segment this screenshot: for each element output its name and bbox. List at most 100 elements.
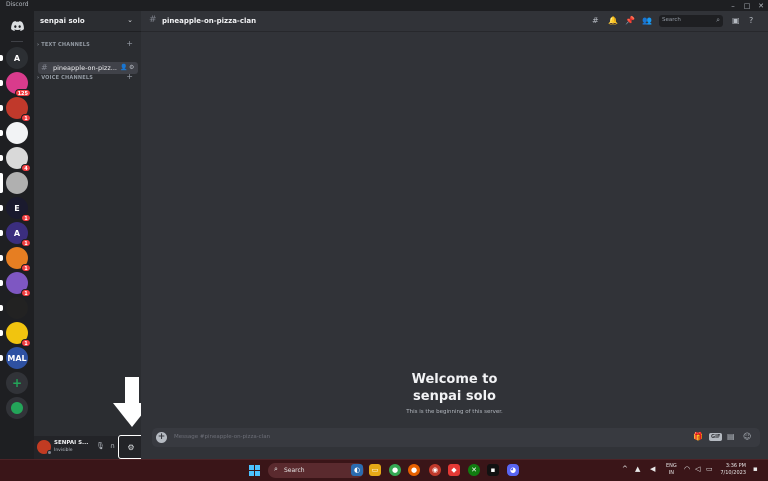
chevron-down-icon: ⌄: [127, 16, 133, 24]
app-icon[interactable]: ▪: [487, 464, 499, 476]
taskbar-search[interactable]: ⌕ Search: [268, 463, 364, 478]
notification-icon[interactable]: ▪: [753, 465, 758, 473]
server-icon[interactable]: 125: [6, 72, 31, 97]
mention-badge: 1: [21, 264, 31, 272]
server-icon-label: MAL: [7, 353, 27, 363]
bell-icon[interactable]: 🔔: [608, 16, 618, 25]
welcome-subtitle: This is the beginning of this server.: [406, 409, 503, 415]
username[interactable]: SENPAI S...: [54, 440, 88, 446]
server-icon-label: A: [13, 53, 21, 63]
server-icon[interactable]: 1: [6, 247, 31, 272]
clock-time: 3:36 PM: [725, 463, 746, 469]
voice-channels-label: VOICE CHANNELS: [41, 75, 94, 81]
firefox-icon[interactable]: ●: [408, 464, 420, 476]
volume-icon[interactable]: ◁: [695, 465, 700, 473]
selected-server-pill: [0, 173, 3, 193]
language-indicator[interactable]: ENG IN: [666, 463, 677, 477]
attach-plus-icon[interactable]: +: [156, 432, 167, 443]
mention-badge: 1: [21, 239, 31, 247]
app-title: Discord: [6, 1, 29, 8]
server-header[interactable]: senpai solo ⌄: [34, 11, 141, 32]
pin-icon[interactable]: 📌: [625, 16, 635, 25]
gift-icon[interactable]: 🎁: [693, 432, 703, 441]
chevron-up-icon[interactable]: ^: [622, 465, 628, 473]
server-name: senpai solo: [40, 17, 85, 25]
create-voice-channel-button[interactable]: +: [126, 72, 133, 81]
server-icon-label: A: [13, 228, 21, 238]
inbox-icon[interactable]: ▣: [732, 16, 740, 25]
tray-app-icon[interactable]: ▲: [635, 465, 640, 473]
xbox-icon[interactable]: ✕: [468, 464, 480, 476]
home-button[interactable]: [6, 15, 28, 37]
user-panel: SENPAI S... Invisible 🎙 ∩ ⚙: [34, 435, 144, 459]
channel-sidebar: senpai solo ⌄ › TEXT CHANNELS + # pineap…: [34, 11, 141, 436]
emoji-icon[interactable]: ☺: [743, 432, 751, 441]
server-icon[interactable]: 1: [6, 272, 31, 297]
microphone-icon[interactable]: 🎙: [96, 442, 105, 450]
text-channels-category[interactable]: › TEXT CHANNELS: [37, 42, 90, 48]
file-explorer-icon[interactable]: ▭: [369, 464, 381, 476]
maximize-icon[interactable]: □: [740, 0, 754, 11]
discord-window: Discord – □ ✕ + A 125 1 4 E 1 A 1 1 1 1 MAL senpai …: [0, 0, 768, 481]
app-icon[interactable]: ◉: [429, 464, 441, 476]
hashtag-icon: #: [149, 15, 157, 25]
create-text-channel-button[interactable]: +: [126, 39, 133, 48]
help-icon[interactable]: ?: [749, 16, 753, 25]
member-list-icon[interactable]: 👥: [642, 16, 652, 25]
discord-taskbar-icon[interactable]: ◕: [507, 464, 519, 476]
unread-pill: [0, 105, 3, 111]
mention-badge: 125: [14, 89, 31, 97]
headphones-icon[interactable]: ∩: [110, 442, 115, 450]
unread-pill: [0, 230, 3, 236]
sticker-icon[interactable]: ▤: [727, 432, 735, 441]
status-dot: [47, 450, 52, 455]
text-channels-label: TEXT CHANNELS: [41, 42, 90, 48]
server-icon[interactable]: A1: [6, 222, 31, 247]
server-icon[interactable]: 4: [6, 147, 31, 172]
chrome-icon[interactable]: ●: [389, 464, 401, 476]
mention-badge: 1: [21, 339, 31, 347]
explore-servers-button[interactable]: [6, 397, 28, 419]
mention-badge: 1: [21, 114, 31, 122]
voice-channels-category[interactable]: › VOICE CHANNELS: [37, 75, 93, 81]
search-input[interactable]: Search ⌕: [659, 15, 723, 27]
server-icon[interactable]: [6, 297, 28, 319]
unread-pill: [0, 255, 3, 261]
message-composer[interactable]: + Message #pineapple-on-pizza-clan 🎁 GIF…: [152, 428, 760, 447]
app-icon[interactable]: ◆: [448, 464, 460, 476]
unread-pill: [0, 205, 3, 211]
clock-date: 7/10/2023: [720, 470, 746, 476]
tray-app-icon[interactable]: ◀: [650, 465, 655, 473]
gif-button[interactable]: GIF: [709, 433, 723, 441]
battery-icon[interactable]: ▭: [706, 465, 713, 473]
server-icon[interactable]: [6, 122, 28, 144]
welcome-heading-line1: Welcome to: [411, 372, 498, 387]
taskbar-search-label: Search: [284, 467, 305, 474]
unread-pill: [0, 80, 3, 86]
server-icon[interactable]: A: [6, 47, 28, 69]
server-icon[interactable]: 1: [6, 97, 31, 122]
gear-icon[interactable]: ⚙: [129, 64, 134, 71]
add-member-icon[interactable]: 👤: [120, 64, 127, 71]
chat-area: # pineapple-on-pizza-clan # 🔔 📌 👥 Search…: [141, 11, 768, 459]
widgets-icon[interactable]: ◐: [351, 464, 363, 476]
channel-item-label: pineapple-on-pizz...: [53, 64, 117, 72]
taskbar-clock[interactable]: 3:36 PM 7/10/2023: [718, 463, 746, 477]
unread-pill: [0, 330, 3, 336]
threads-icon[interactable]: #: [592, 16, 599, 25]
add-server-button[interactable]: +: [6, 372, 28, 394]
server-icon[interactable]: [6, 172, 28, 194]
wifi-icon[interactable]: ◠: [684, 465, 690, 473]
server-icon[interactable]: MAL: [6, 347, 28, 369]
search-icon: ⌕: [716, 16, 720, 24]
minimize-icon[interactable]: –: [726, 0, 740, 11]
unread-pill: [0, 155, 3, 161]
server-icon[interactable]: E1: [6, 197, 31, 222]
unread-pill: [0, 355, 3, 361]
channel-item-pineapple[interactable]: # pineapple-on-pizz... 👤 ⚙: [38, 62, 138, 74]
server-icon[interactable]: 1: [6, 322, 31, 347]
language-line2: IN: [668, 470, 674, 476]
message-input[interactable]: Message #pineapple-on-pizza-clan: [174, 434, 270, 440]
windows-start-icon[interactable]: [249, 465, 260, 476]
close-icon[interactable]: ✕: [754, 0, 768, 11]
